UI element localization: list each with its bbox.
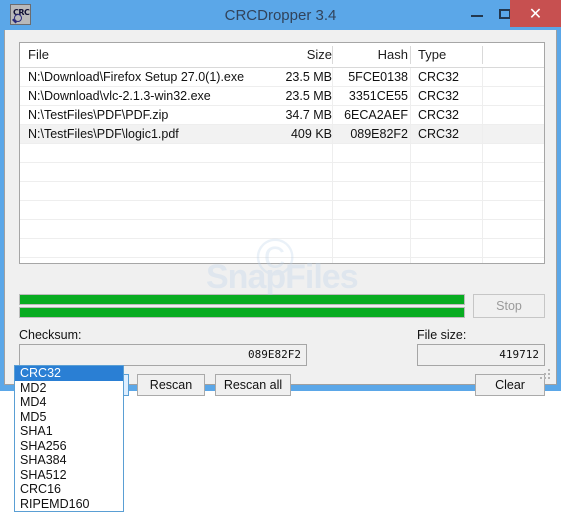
grid-line [410, 258, 411, 263]
grid-line [482, 239, 483, 257]
cell-type: CRC32 [418, 108, 459, 122]
dropdown-option-sha1[interactable]: SHA1 [15, 424, 123, 439]
grid-line [410, 87, 411, 105]
title-bar: CRC CRCDropper 3.4 ✕ [0, 0, 561, 30]
dropdown-option-md4[interactable]: MD4 [15, 395, 123, 410]
grid-line [482, 87, 483, 105]
table-row-empty[interactable] [20, 239, 544, 258]
grid-line [482, 220, 483, 238]
file-list-body: N:\Download\Firefox Setup 27.0(1).exe 23.… [20, 68, 544, 263]
table-row-empty[interactable] [20, 182, 544, 201]
grid-line [332, 163, 333, 181]
dropdown-option-sha512[interactable]: SHA512 [15, 468, 123, 483]
column-header-hash[interactable]: Hash [338, 43, 408, 67]
grid-line [332, 125, 333, 143]
grid-line [332, 68, 333, 86]
grid-line [482, 182, 483, 200]
client-area: File Size Hash Type N:\Download\Firefox … [4, 30, 557, 396]
table-row[interactable]: N:\Download\vlc-2.1.3-win32.exe 23.5 MB 33… [20, 87, 544, 106]
close-button[interactable]: ✕ [510, 0, 561, 27]
grid-line [410, 68, 411, 86]
cell-hash: 089E82F2 [350, 127, 408, 141]
progress-bar-file [19, 294, 465, 305]
grid-line [482, 258, 483, 263]
grid-line [410, 125, 411, 143]
resize-grip[interactable] [540, 369, 552, 381]
table-row-empty[interactable] [20, 220, 544, 239]
cell-type: CRC32 [418, 89, 459, 103]
grid-line [332, 106, 333, 124]
table-row-empty[interactable] [20, 163, 544, 182]
rescan-button[interactable]: Rescan [137, 374, 205, 396]
dropdown-option-md2[interactable]: MD2 [15, 381, 123, 396]
column-header-file[interactable]: File [28, 43, 49, 67]
column-header-size[interactable]: Size [260, 43, 332, 67]
grid-line [410, 144, 411, 162]
progress-bar-total [19, 307, 465, 318]
grid-line [482, 68, 483, 86]
clear-button[interactable]: Clear [475, 374, 545, 396]
minimize-icon [471, 15, 483, 17]
dropdown-option-md5[interactable]: MD5 [15, 410, 123, 425]
dropdown-option-crc32[interactable]: CRC32 [15, 366, 123, 381]
table-row[interactable]: N:\TestFiles\PDF\PDF.zip 34.7 MB 6ECA2AEF C… [20, 106, 544, 125]
column-divider[interactable] [410, 46, 411, 64]
grid-line [482, 106, 483, 124]
cell-hash: 3351CE55 [348, 89, 408, 103]
table-row-empty[interactable] [20, 258, 544, 263]
checksum-value-field[interactable]: 089E82F2 [19, 344, 307, 366]
cell-size: 34.7 MB [285, 108, 332, 122]
dropdown-option-sha256[interactable]: SHA256 [15, 439, 123, 454]
cell-hash: 5FCE0138 [348, 70, 408, 84]
cell-type: CRC32 [418, 127, 459, 141]
table-row-empty[interactable] [20, 201, 544, 220]
file-size-label: File size: [417, 328, 467, 342]
grid-line [410, 182, 411, 200]
rescan-all-button[interactable]: Rescan all [215, 374, 291, 396]
grid-line [332, 87, 333, 105]
cell-type: CRC32 [418, 70, 459, 84]
grid-line [482, 201, 483, 219]
stop-button[interactable]: Stop [473, 294, 545, 318]
cell-size: 409 KB [290, 127, 332, 141]
grid-line [332, 258, 333, 263]
close-icon: ✕ [528, 4, 543, 23]
table-row-empty[interactable] [20, 144, 544, 163]
grid-line [482, 144, 483, 162]
cell-size: 23.5 MB [285, 89, 332, 103]
grid-line [410, 106, 411, 124]
grid-line [410, 201, 411, 219]
column-divider[interactable] [482, 46, 483, 64]
column-header-type[interactable]: Type [418, 43, 446, 67]
grid-line [410, 220, 411, 238]
grid-line [332, 182, 333, 200]
file-list[interactable]: File Size Hash Type N:\Download\Firefox … [19, 42, 545, 264]
file-list-header: File Size Hash Type [20, 43, 544, 68]
cell-hash: 6ECA2AEF [344, 108, 408, 122]
cell-size: 23.5 MB [285, 70, 332, 84]
grid-line [482, 163, 483, 181]
dropdown-option-ripemd160[interactable]: RIPEMD160 [15, 497, 123, 512]
algorithm-dropdown-list[interactable]: CRC32 MD2 MD4 MD5 SHA1 SHA256 SHA384 SHA512 CRC1… [14, 365, 124, 512]
file-size-value-field[interactable]: 419712 [417, 344, 545, 366]
dropdown-option-sha384[interactable]: SHA384 [15, 453, 123, 468]
grid-line [482, 125, 483, 143]
column-divider[interactable] [332, 46, 333, 64]
dropdown-option-crc16[interactable]: CRC16 [15, 482, 123, 497]
grid-line [332, 144, 333, 162]
grid-line [332, 201, 333, 219]
grid-line [410, 239, 411, 257]
progress-bar-file-fill [20, 295, 464, 304]
table-row[interactable]: N:\TestFiles\PDF\logic1.pdf 409 KB 089E82F… [20, 125, 544, 144]
application-window: CRC CRCDropper 3.4 ✕ File Size Hash Type [0, 0, 561, 396]
grid-line [410, 163, 411, 181]
grid-line [332, 239, 333, 257]
table-row[interactable]: N:\Download\Firefox Setup 27.0(1).exe 23.… [20, 68, 544, 87]
progress-bar-total-fill [20, 308, 464, 317]
grid-line [332, 220, 333, 238]
checksum-label: Checksum: [19, 328, 82, 342]
